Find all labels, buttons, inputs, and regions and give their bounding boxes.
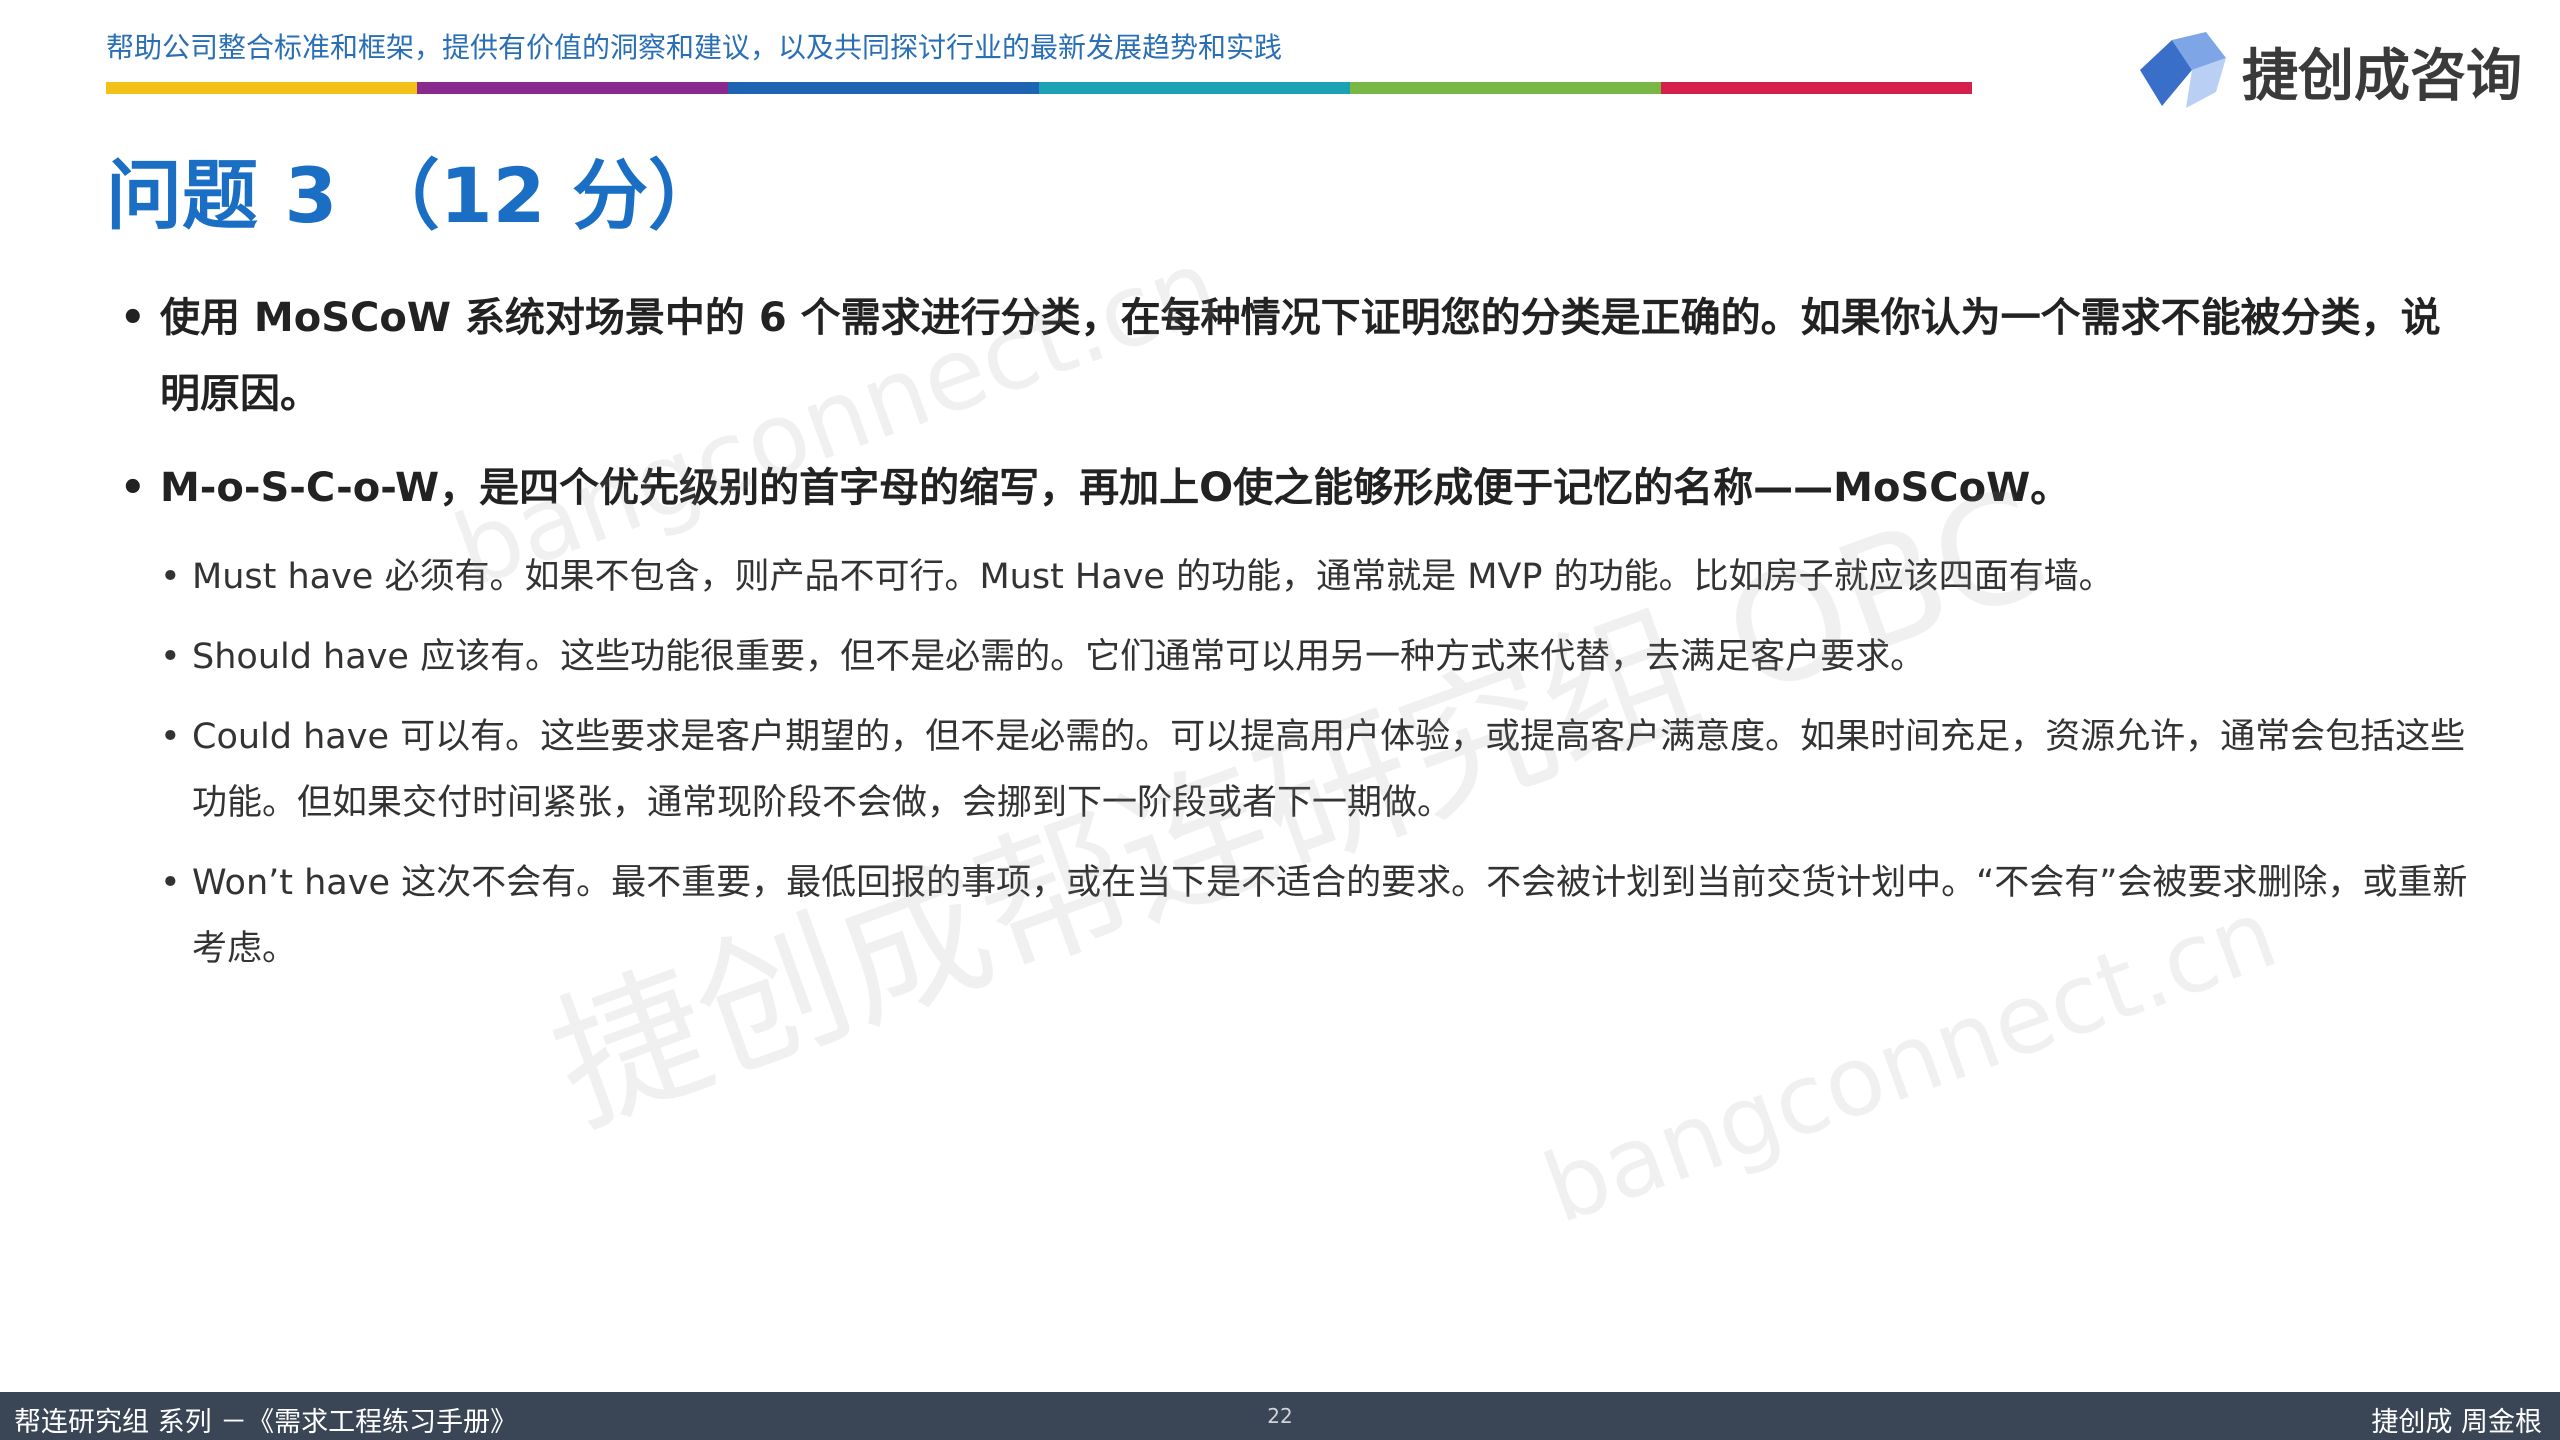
color-bar-segment-teal — [1039, 82, 1350, 94]
logo-text: 捷创成咨询 — [2242, 43, 2522, 109]
color-bar-segment-purple — [417, 82, 728, 94]
sub-bullet-could-have: Could have 可以有。这些要求是客户期望的，但不是必需的。可以提高用户体… — [160, 704, 2470, 836]
cube-logo-icon — [2140, 32, 2226, 108]
color-bar-segment-green — [1350, 82, 1661, 94]
footer-series-title: 帮连研究组 系列 －《需求工程练习手册》 — [14, 1407, 518, 1438]
color-bar-segment-red — [1661, 82, 1972, 94]
header-tagline: 帮助公司整合标准和框架，提供有价值的洞察和建议，以及共同探讨行业的最新发展趋势和… — [106, 31, 1283, 64]
sub-bullet-must-have: Must have 必须有。如果不包含，则产品不可行。Must Have 的功能… — [160, 544, 2470, 610]
slide: 帮助公司整合标准和框架，提供有价值的洞察和建议，以及共同探讨行业的最新发展趋势和… — [0, 0, 2560, 1440]
company-logo: 捷创成咨询 — [2136, 30, 2522, 112]
sub-bullet-wont-have: Won’t have 这次不会有。最不重要，最低回报的事项，或在当下是不适合的要… — [160, 850, 2470, 982]
page-number: 22 — [1267, 1404, 1293, 1428]
header-color-bar — [106, 82, 1972, 94]
slide-title: 问题 3 （12 分） — [106, 151, 725, 240]
sub-bullet-should-have: Should have 应该有。这些功能很重要，但不是必需的。它们通常可以用另一… — [160, 624, 2470, 690]
footer-author: 捷创成 周金根 — [2371, 1407, 2542, 1438]
footer-bar: 帮连研究组 系列 －《需求工程练习手册》 22 捷创成 周金根 — [0, 1392, 2560, 1440]
color-bar-segment-yellow — [106, 82, 417, 94]
color-bar-segment-blue — [728, 82, 1039, 94]
bullet-question: 使用 MoSCoW 系统对场景中的 6 个需求进行分类，在每种情况下证明您的分类… — [120, 280, 2470, 432]
slide-content: 使用 MoSCoW 系统对场景中的 6 个需求进行分类，在每种情况下证明您的分类… — [120, 280, 2470, 996]
bullet-moscow-definition: M-o-S-C-o-W，是四个优先级别的首字母的缩写，再加上O使之能够形成便于记… — [120, 450, 2470, 526]
